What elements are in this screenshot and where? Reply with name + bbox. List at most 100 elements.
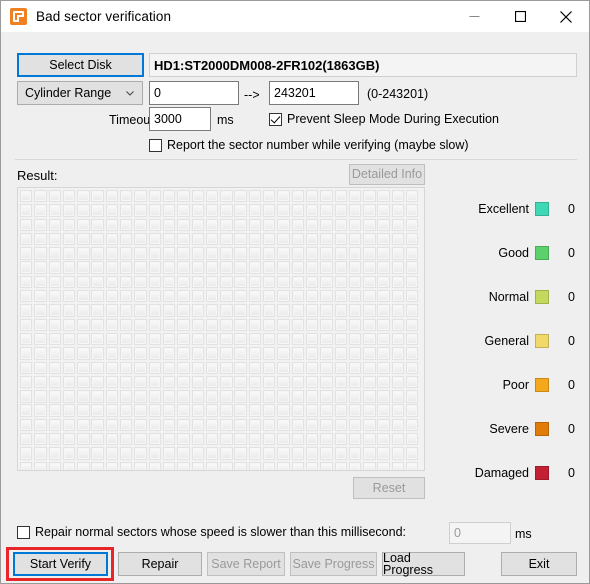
sector-cell [177,204,190,217]
sector-cell [220,190,233,203]
sector-cell [105,318,119,332]
sector-cell [162,232,176,246]
sector-cell [48,304,61,317]
sector-cell [148,447,162,460]
sector-cell [377,461,390,470]
timeout-input[interactable]: 3000 [149,107,211,131]
select-disk-button[interactable]: Select Disk [17,53,144,77]
report-sector-checkbox-box [149,138,162,152]
reset-button[interactable]: Reset [353,477,425,499]
repair-button[interactable]: Repair [118,552,202,576]
sector-cell [377,332,390,346]
sector-cell [377,318,390,332]
range-mode-combobox[interactable]: Cylinder Range [17,81,143,105]
sector-cell [277,304,290,317]
sector-cell [377,390,390,403]
sector-cell [406,290,419,303]
sector-cell [120,447,133,460]
close-button[interactable] [543,1,589,32]
sector-cell [234,232,247,246]
sector-cell [20,347,33,360]
sector-cell [34,290,47,303]
sector-cell [162,461,176,470]
sector-cell [320,375,333,389]
save-progress-button[interactable]: Save Progress [290,552,377,576]
repair-speed-label: Repair normal sectors whose speed is slo… [35,525,406,539]
sector-cell [148,275,162,289]
detailed-info-button[interactable]: Detailed Info [349,164,425,185]
sector-cell [48,390,61,403]
save-report-button[interactable]: Save Report [207,552,285,576]
sector-cell [91,347,104,360]
sector-cell [320,404,333,417]
sector-cell [120,390,133,403]
sector-cell [120,347,133,360]
sector-cell [191,418,204,432]
sector-cell [205,261,219,274]
maximize-button[interactable] [497,1,543,32]
repair-speed-checkbox[interactable]: Repair normal sectors whose speed is slo… [17,525,406,539]
sector-cell [62,433,76,446]
sector-cell [348,290,362,303]
sector-cell [177,275,190,289]
sector-cell [348,375,362,389]
sector-cell [348,261,362,274]
sector-cell [120,247,133,260]
report-sector-checkbox[interactable]: Report the sector number while verifying… [149,138,469,152]
sector-cell [248,390,262,403]
sector-cell [177,447,190,460]
sector-cell [406,361,419,374]
sector-cell [391,347,405,360]
sector-grid [20,190,420,470]
sector-cell [34,304,47,317]
sector-cell [91,375,104,389]
close-icon [560,10,572,23]
range-end-input[interactable]: 243201 [269,81,359,105]
sector-cell [248,275,262,289]
sector-cell [406,204,419,217]
start-verify-button[interactable]: Start Verify [13,552,108,576]
sector-cell [234,461,247,470]
sector-cell [391,332,405,346]
sector-cell [77,261,90,274]
minimize-button[interactable] [451,1,497,32]
sector-cell [177,332,190,346]
sector-cell [48,275,61,289]
sector-cell [34,261,47,274]
sector-cell [234,375,247,389]
sector-cell [391,247,405,260]
sector-cell [134,247,147,260]
legend-color-swatch [535,378,549,392]
sector-cell [248,332,262,346]
sector-cell [348,347,362,360]
sector-cell [220,232,233,246]
sector-cell [320,433,333,446]
sector-cell [391,375,405,389]
sector-cell [91,261,104,274]
sector-cell [134,204,147,217]
sector-cell [162,447,176,460]
sector-cell [191,261,204,274]
repair-speed-input[interactable]: 0 [449,522,511,544]
prevent-sleep-label: Prevent Sleep Mode During Execution [287,112,499,126]
range-start-input[interactable]: 0 [149,81,239,105]
sector-cell [334,418,347,432]
prevent-sleep-checkbox[interactable]: Prevent Sleep Mode During Execution [269,112,499,126]
sector-map-panel[interactable] [17,187,425,471]
sector-cell [391,275,405,289]
load-progress-button[interactable]: Load Progress [382,551,465,576]
sector-cell [91,204,104,217]
sector-cell [220,290,233,303]
sector-cell [248,361,262,374]
sector-cell [348,318,362,332]
legend-count: 0 [568,422,575,436]
sector-cell [406,404,419,417]
sector-cell [334,275,347,289]
sector-cell [248,418,262,432]
sector-cell [220,347,233,360]
legend-count: 0 [568,378,575,392]
exit-button[interactable]: Exit [501,552,577,576]
sector-cell [148,418,162,432]
sector-cell [148,433,162,446]
sector-cell [363,247,376,260]
